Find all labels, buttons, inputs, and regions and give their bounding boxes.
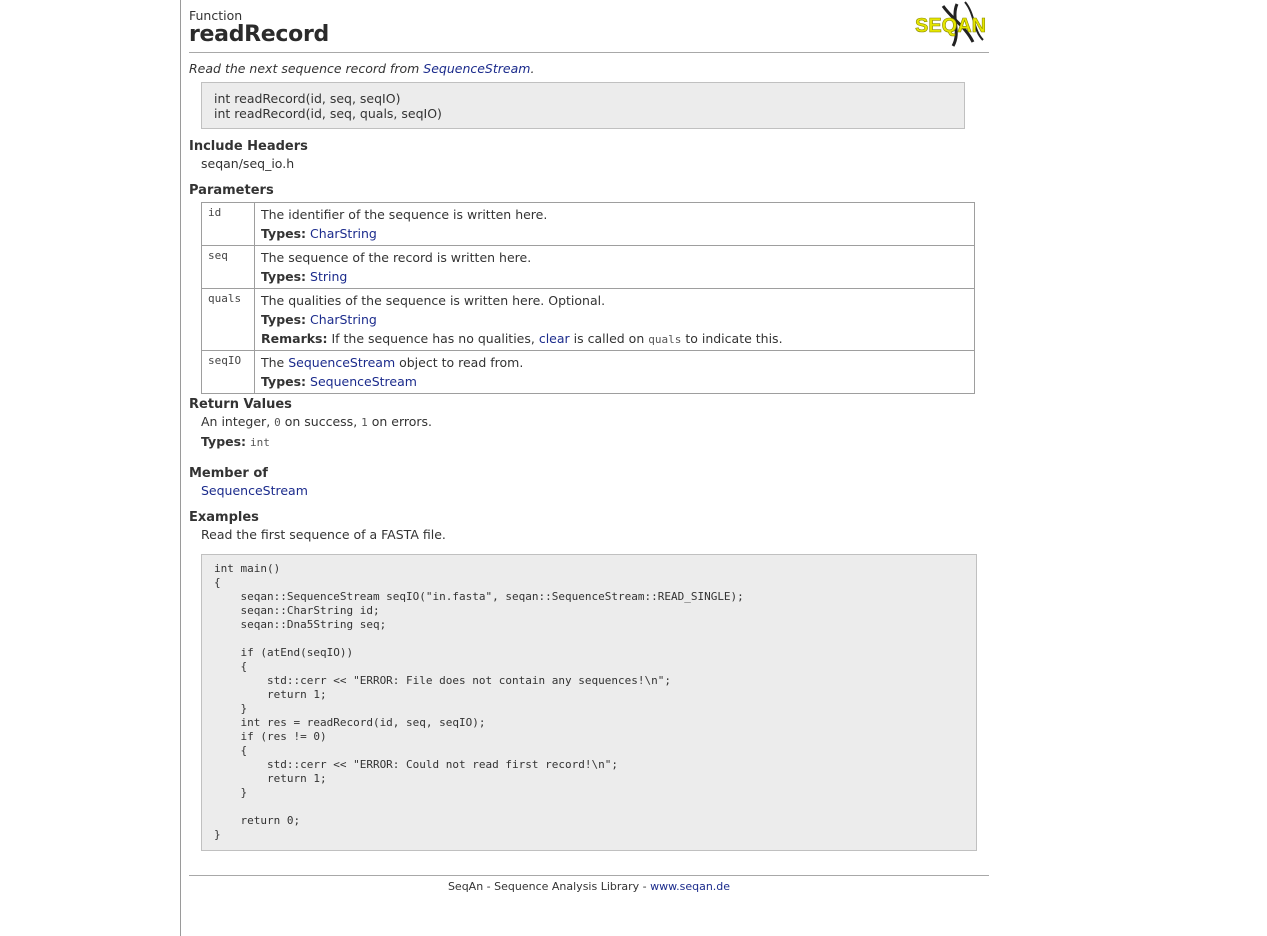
summary: Read the next sequence record from Seque… [189,61,535,76]
footer-divider [189,875,989,876]
remark-link-clear[interactable]: clear [539,331,570,346]
include-value: seqan/seq_io.h [201,156,295,171]
left-border [180,0,181,936]
param-name: quals [201,288,255,351]
summary-link-sequencestream[interactable]: SequenceStream [423,61,530,76]
param-remark: Remarks: If the sequence has no qualitie… [261,331,783,346]
entity-kind: Function [189,8,243,23]
type-link-charstring[interactable]: CharString [310,226,377,241]
header-divider [189,52,989,53]
desc-link-sequencestream[interactable]: SequenceStream [288,355,395,370]
param-desc: The qualities of the sequence is written… [261,293,606,308]
return-values-desc: An integer, 0 on success, 1 on errors. [201,414,433,429]
footer-link-website[interactable]: www.seqan.de [650,880,730,893]
footer: SeqAn - Sequence Analysis Library - www.… [447,880,731,893]
table-row: seqIO The SequenceStream object to read … [201,350,975,394]
signature-line: int readRecord(id, seq, seqIO) [214,91,401,106]
param-name: seq [201,245,255,289]
param-desc: The identifier of the sequence is writte… [261,207,548,222]
page-title: readRecord [189,22,329,47]
param-desc: The sequence of the record is written he… [261,250,532,265]
return-values-heading: Return Values [189,397,292,412]
return-values-types: Types: int [201,434,270,449]
type-link-sequencestream[interactable]: SequenceStream [310,374,417,389]
examples-heading: Examples [189,510,259,525]
table-row: seq The sequence of the record is writte… [201,245,975,289]
example-code-box: int main() { seqan::SequenceStream seqIO… [201,554,977,851]
example-desc: Read the first sequence of a FASTA file. [201,527,446,542]
signature-line: int readRecord(id, seq, quals, seqIO) [214,106,442,121]
logo-text: SEQAN [915,15,986,37]
example-code: int main() { seqan::SequenceStream seqIO… [214,562,744,841]
member-of-heading: Member of [189,466,268,481]
param-name: id [201,202,255,246]
seqan-logo[interactable]: SEQAN [913,0,989,48]
member-of-link[interactable]: SequenceStream [201,483,308,498]
param-desc: The SequenceStream object to read from. [261,355,524,370]
param-name: seqIO [201,350,255,394]
parameters-table: id The identifier of the sequence is wri… [201,202,975,394]
signature-box: int readRecord(id, seq, seqIO) int readR… [201,82,965,129]
table-row: id The identifier of the sequence is wri… [201,202,975,246]
type-link-string[interactable]: String [310,269,347,284]
include-heading: Include Headers [189,139,308,154]
table-row: quals The qualities of the sequence is w… [201,288,975,351]
parameters-heading: Parameters [189,183,274,198]
type-link-charstring[interactable]: CharString [310,312,377,327]
